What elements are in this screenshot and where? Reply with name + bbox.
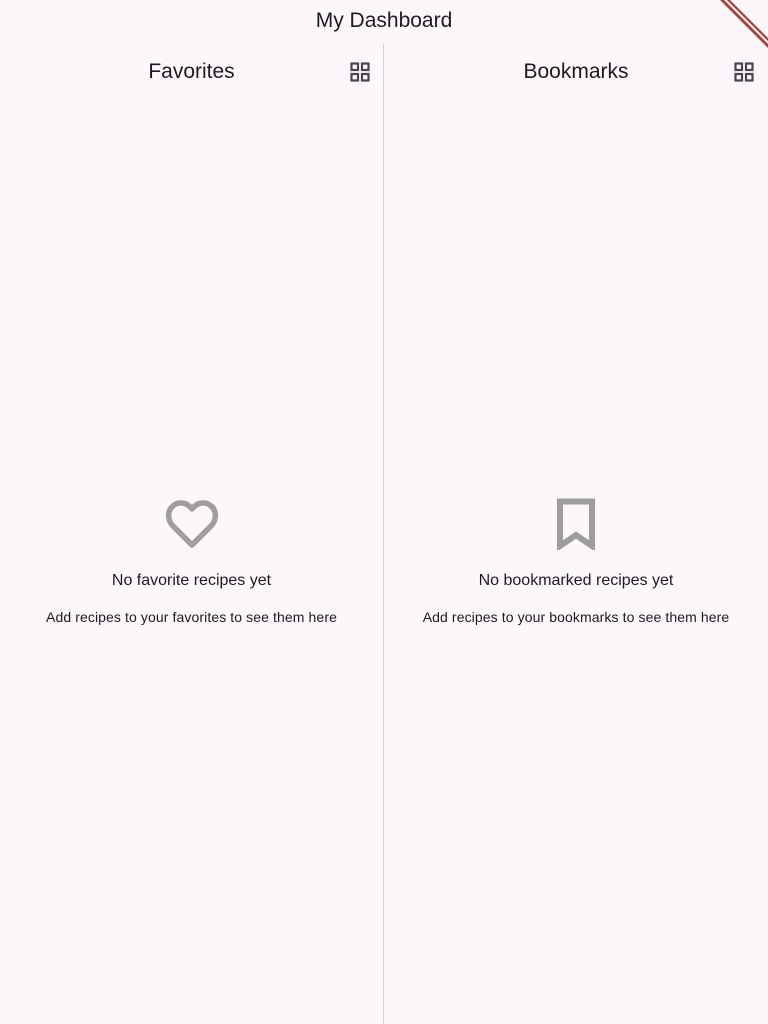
grid-view-icon (350, 62, 370, 82)
favorites-pane: Favorites No favorite recipes yet Add re (0, 44, 383, 1024)
bookmarks-title: Bookmarks (523, 60, 629, 83)
page-title: My Dashboard (315, 8, 453, 32)
bookmark-outline-icon (546, 494, 606, 554)
favorites-title: Favorites (148, 60, 235, 83)
favorites-empty-state: No favorite recipes yet Add recipes to y… (0, 494, 383, 625)
heart-outline-icon (162, 494, 222, 554)
bookmarks-header: Bookmarks (384, 44, 768, 100)
bookmarks-empty-state: No bookmarked recipes yet Add recipes to… (384, 494, 768, 625)
favorites-grid-view-button[interactable] (350, 62, 370, 82)
favorites-empty-title: No favorite recipes yet (111, 572, 272, 589)
app-root: My Dashboard Favorites No favorite recip… (0, 0, 768, 1024)
app-bar: My Dashboard (0, 0, 768, 44)
bookmarks-empty-subtitle: Add recipes to your bookmarks to see the… (422, 609, 730, 625)
bookmarks-empty-title: No bookmarked recipes yet (478, 572, 674, 589)
bookmarks-pane: Bookmarks No bookmarked recipes yet Add (384, 44, 768, 1024)
grid-view-icon (734, 62, 754, 82)
favorites-empty-subtitle: Add recipes to your favorites to see the… (46, 609, 337, 625)
split-panes: Favorites No favorite recipes yet Add re (0, 44, 768, 1024)
bookmarks-grid-view-button[interactable] (734, 62, 754, 82)
favorites-header: Favorites (0, 44, 383, 100)
